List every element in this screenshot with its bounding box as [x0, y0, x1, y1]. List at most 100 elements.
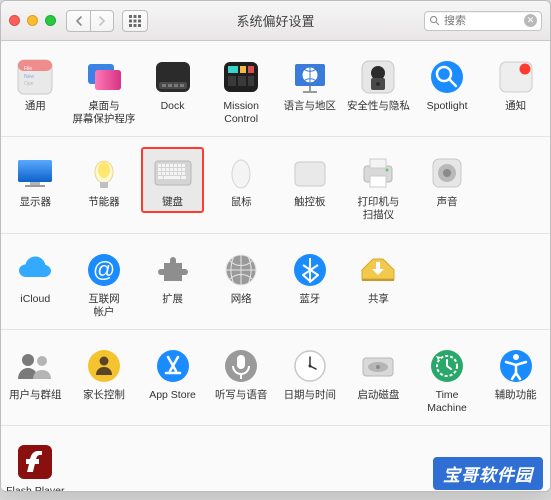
pref-general[interactable]: FileNewOpe 通用: [1, 53, 70, 134]
pref-label: 通知: [505, 100, 526, 113]
pref-label: 安全性与隐私: [347, 100, 410, 113]
svg-text:File: File: [24, 66, 32, 72]
window-controls: [9, 15, 56, 26]
timemachine-icon: [427, 346, 467, 386]
desktop-icon: [84, 57, 124, 97]
pref-icloud[interactable]: iCloud: [1, 246, 70, 327]
pref-label: 显示器: [20, 196, 52, 209]
section-system: 用户与群组 家长控制 App Store 听写与语音: [1, 330, 550, 426]
pref-label: iCloud: [20, 293, 50, 306]
energy-icon: [84, 153, 124, 193]
spotlight-icon: [427, 57, 467, 97]
keyboard-icon: [153, 153, 193, 193]
search-field[interactable]: ✕: [424, 11, 542, 31]
zoom-icon[interactable]: [45, 15, 56, 26]
pref-datetime[interactable]: 日期与时间: [276, 342, 345, 423]
pref-network[interactable]: 网络: [207, 246, 276, 327]
pref-label: 节能器: [88, 196, 120, 209]
section-hardware: 显示器 节能器 键盘 鼠标: [1, 137, 550, 233]
accounts-icon: @: [84, 250, 124, 290]
pref-label: Spotlight: [427, 100, 468, 113]
pref-label: 语言与地区: [284, 100, 337, 113]
accessibility-icon: [496, 346, 536, 386]
notifications-icon: [496, 57, 536, 97]
titlebar: 系统偏好设置 ✕: [1, 1, 550, 41]
svg-text:@: @: [93, 257, 115, 282]
pref-label: Flash Player: [6, 485, 64, 492]
grid-icon: [128, 14, 142, 28]
pref-keyboard[interactable]: 键盘: [138, 149, 207, 230]
appstore-icon: [153, 346, 193, 386]
pref-language[interactable]: 语言与地区: [276, 53, 345, 134]
pref-notifications[interactable]: 通知: [481, 53, 550, 134]
extensions-icon: [153, 250, 193, 290]
pref-label: 扩展: [162, 293, 183, 306]
startup-icon: [358, 346, 398, 386]
pref-extensions[interactable]: 扩展: [138, 246, 207, 327]
bluetooth-icon: [290, 250, 330, 290]
pref-bluetooth[interactable]: 蓝牙: [276, 246, 345, 327]
back-button[interactable]: [66, 10, 90, 32]
pref-flash[interactable]: Flash Player: [1, 438, 70, 492]
section-personal: FileNewOpe 通用 桌面与 屏幕保护程序 Dock: [1, 41, 550, 137]
pref-sound[interactable]: 声音: [413, 149, 482, 230]
search-input[interactable]: [444, 15, 520, 27]
pref-timemachine[interactable]: Time Machine: [413, 342, 482, 423]
search-icon: [429, 15, 440, 26]
pref-label: 声音: [437, 196, 458, 209]
pref-desktop[interactable]: 桌面与 屏幕保护程序: [70, 53, 139, 134]
pref-users[interactable]: 用户与群组: [1, 342, 70, 423]
security-icon: [358, 57, 398, 97]
pref-security[interactable]: 安全性与隐私: [344, 53, 413, 134]
clear-search-icon[interactable]: ✕: [524, 14, 537, 27]
pref-printers[interactable]: 打印机与 扫描仪: [344, 149, 413, 230]
displays-icon: [15, 153, 55, 193]
minimize-icon[interactable]: [27, 15, 38, 26]
show-all-button[interactable]: [122, 10, 148, 32]
flash-icon: [15, 442, 55, 482]
nav-buttons: [66, 10, 114, 32]
forward-button[interactable]: [90, 10, 114, 32]
pref-spotlight[interactable]: Spotlight: [413, 53, 482, 134]
pref-trackpad[interactable]: 触控板: [276, 149, 345, 230]
pref-label: 键盘: [162, 196, 183, 209]
chevron-right-icon: [99, 16, 106, 26]
pref-accessibility[interactable]: 辅助功能: [481, 342, 550, 423]
pref-parental[interactable]: 家长控制: [70, 342, 139, 423]
pref-displays[interactable]: 显示器: [1, 149, 70, 230]
pref-mission-control[interactable]: Mission Control: [207, 53, 276, 134]
svg-text:Ope: Ope: [24, 81, 34, 87]
sound-icon: [427, 153, 467, 193]
pref-label: 用户与群组: [9, 389, 62, 402]
pref-dictation[interactable]: 听写与语音: [207, 342, 276, 423]
pref-accounts[interactable]: @ 互联网 帐户: [70, 246, 139, 327]
pref-label: 桌面与 屏幕保护程序: [72, 100, 135, 126]
sharing-icon: [358, 250, 398, 290]
pref-label: 家长控制: [83, 389, 125, 402]
pref-label: 网络: [231, 293, 252, 306]
pref-sharing[interactable]: 共享: [344, 246, 413, 327]
pref-label: 辅助功能: [495, 389, 537, 402]
pref-startup[interactable]: 启动磁盘: [344, 342, 413, 423]
watermark-badge: 宝哥软件园: [433, 457, 543, 490]
pref-label: App Store: [149, 389, 196, 402]
pref-appstore[interactable]: App Store: [138, 342, 207, 423]
pref-label: 蓝牙: [299, 293, 320, 306]
dock-icon: [153, 57, 193, 97]
icloud-icon: [15, 250, 55, 290]
pref-label: Time Machine: [415, 389, 480, 415]
printers-icon: [358, 153, 398, 193]
chevron-left-icon: [75, 16, 82, 26]
pref-mouse[interactable]: 鼠标: [207, 149, 276, 230]
pref-dock[interactable]: Dock: [138, 53, 207, 134]
pref-label: 通用: [25, 100, 46, 113]
close-icon[interactable]: [9, 15, 20, 26]
pref-label: Mission Control: [223, 100, 259, 126]
pref-energy[interactable]: 节能器: [70, 149, 139, 230]
pref-label: 鼠标: [231, 196, 252, 209]
network-icon: [221, 250, 261, 290]
mouse-icon: [221, 153, 261, 193]
pref-label: 启动磁盘: [357, 389, 399, 402]
datetime-icon: [290, 346, 330, 386]
pref-label: 听写与语音: [215, 389, 268, 402]
